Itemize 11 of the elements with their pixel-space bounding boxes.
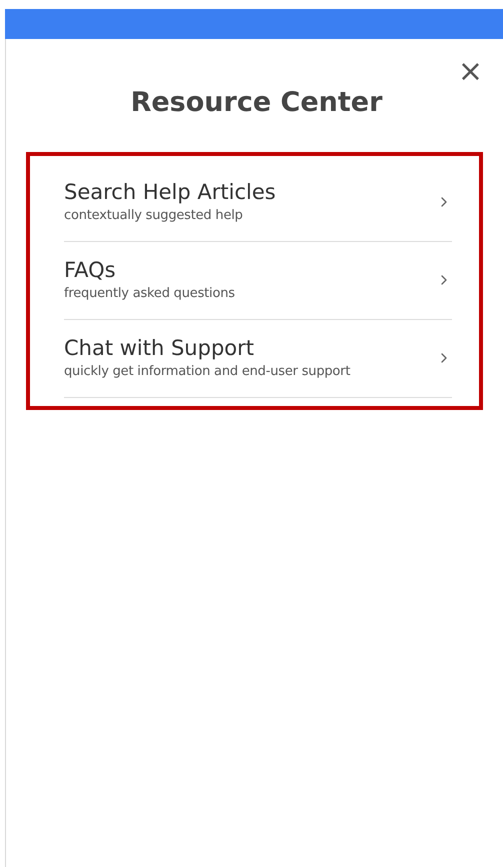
menu-item[interactable]: FAQs frequently asked questions	[64, 242, 452, 320]
menu-item[interactable]: Chat with Support quickly get information and end-user support	[64, 320, 452, 398]
close-button[interactable]: ×	[454, 57, 487, 87]
item-title: FAQs	[64, 257, 117, 284]
item-subtitle: quickly get information and end-user support	[64, 363, 352, 381]
menu-item[interactable]: Search Help Articles contextually suggested help	[64, 164, 452, 242]
item-title: Chat with Support	[64, 335, 255, 362]
item-title: Search Help Articles	[64, 179, 277, 206]
panel-title: Resource Center	[130, 86, 382, 120]
item-subtitle: contextually suggested help	[64, 207, 244, 225]
item-subtitle: frequently asked questions	[64, 285, 236, 303]
